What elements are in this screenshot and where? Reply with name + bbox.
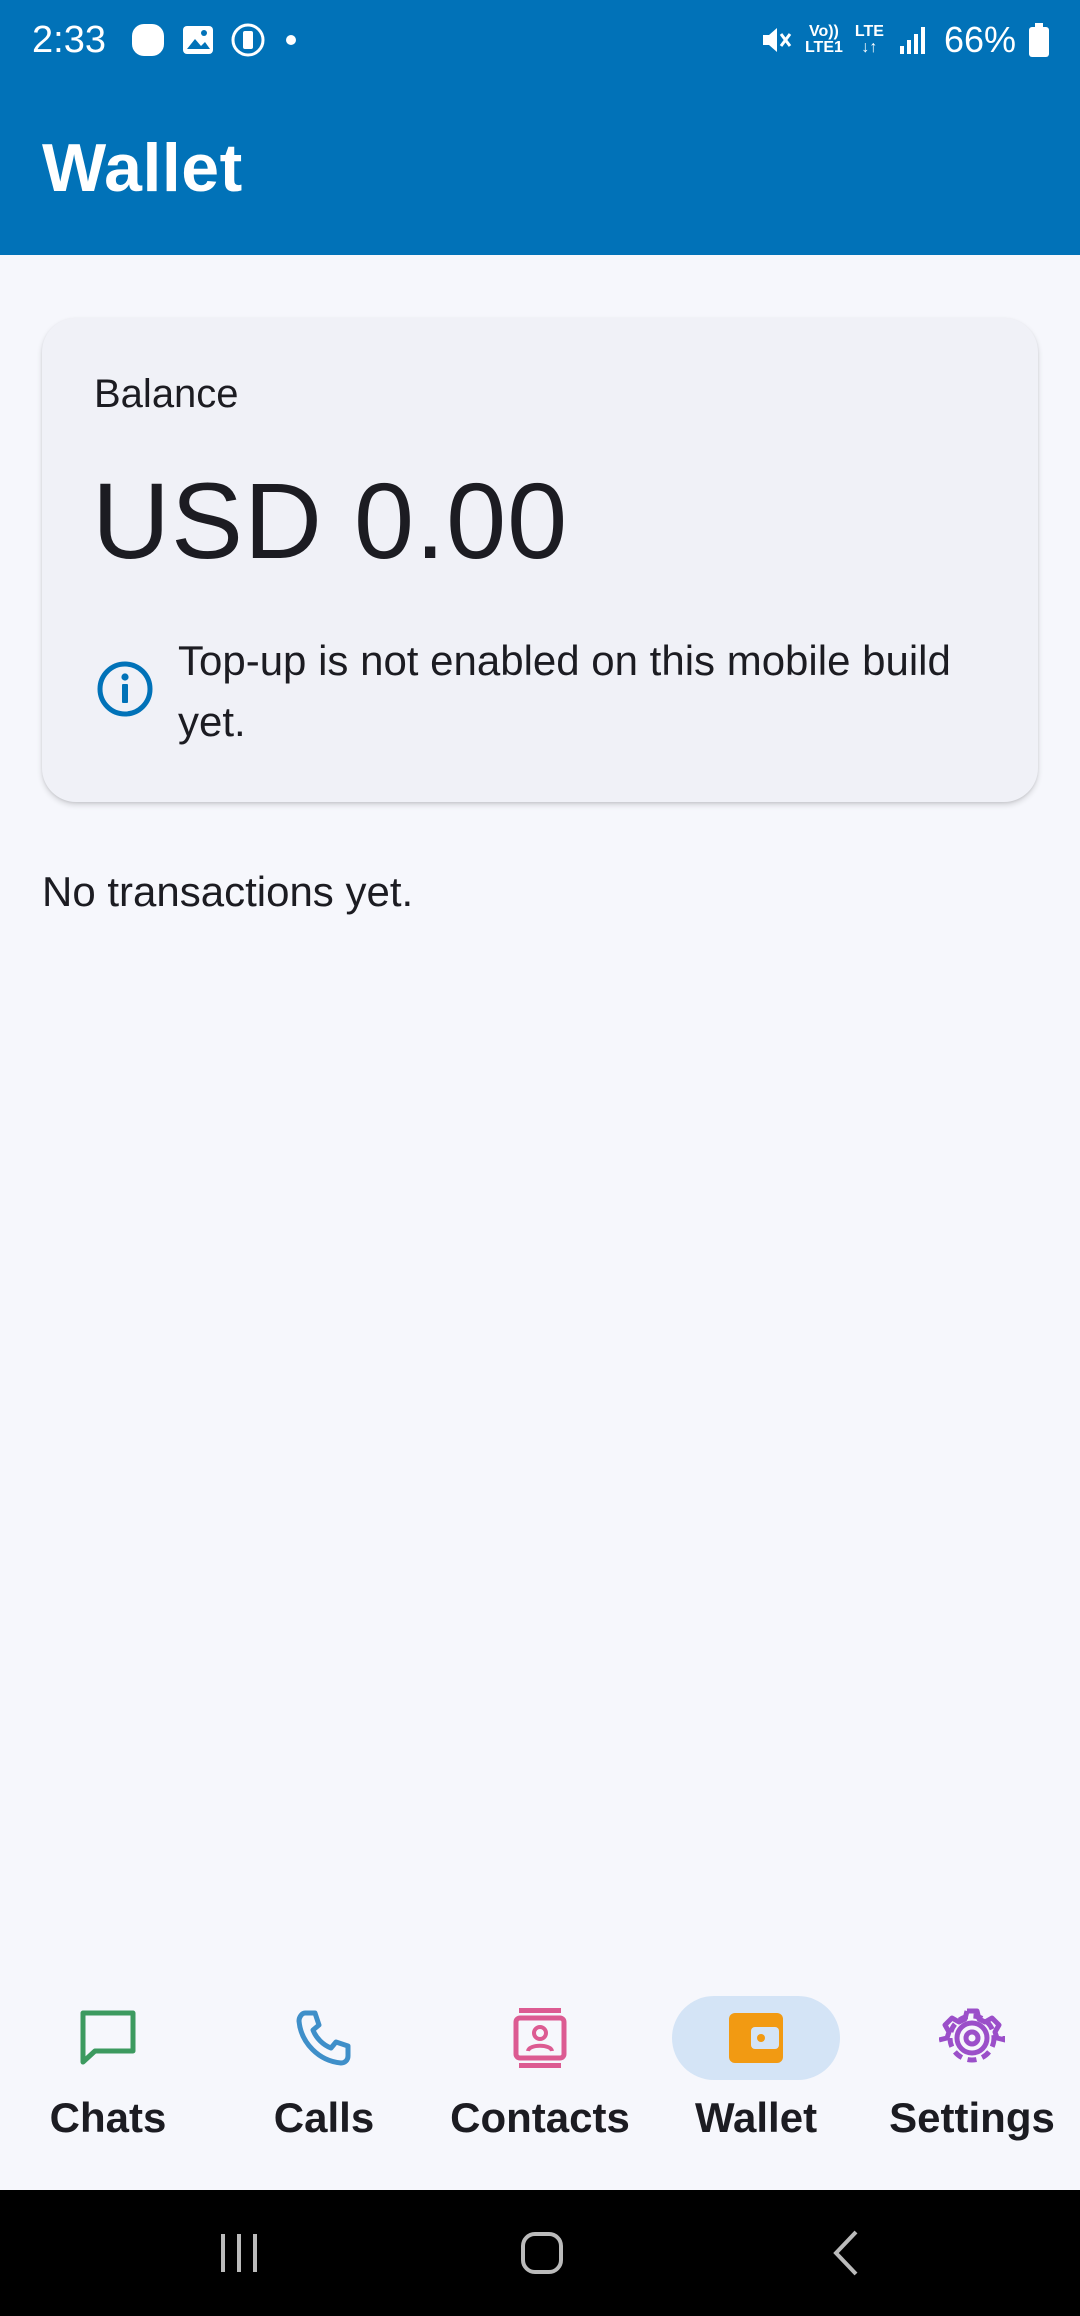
nav-label-chats: Chats (49, 2094, 167, 2141)
bottom-navigation: Chats Calls Contacts Wallet Settings (0, 1960, 1080, 2190)
contacts-icon (513, 2008, 567, 2068)
phone-icon (296, 2010, 351, 2066)
nav-label-calls: Calls (273, 2094, 375, 2141)
battery-icon (1029, 23, 1049, 57)
nav-label-settings: Settings (889, 2094, 1055, 2141)
nav-icon-container (240, 1996, 408, 2080)
page-title: Wallet (42, 129, 243, 206)
no-transactions-text: No transactions yet. (42, 868, 414, 915)
balance-card: Balance USD 0.00 Top-up is not enabled o… (42, 318, 1038, 802)
nav-icon-container (456, 1996, 624, 2080)
nav-icon-container-active (672, 1996, 840, 2080)
status-bar: 2:33 Vo)) LTE1 LTE ↓↑ 66% (0, 0, 1080, 80)
nav-icon-container (24, 1996, 192, 2080)
chat-icon (80, 2010, 136, 2065)
recent-apps-icon[interactable] (215, 2228, 265, 2278)
balance-amount: USD 0.00 (92, 460, 569, 581)
nav-item-calls[interactable]: Calls (224, 1996, 424, 2166)
status-bar-right: Vo)) LTE1 LTE ↓↑ 66% (757, 19, 1050, 61)
home-icon[interactable] (517, 2228, 567, 2278)
volte-icon: Vo)) LTE1 (804, 23, 843, 56)
back-icon[interactable] (822, 2228, 872, 2278)
nav-icon-container (888, 1996, 1056, 2080)
nav-item-chats[interactable]: Chats (8, 1996, 208, 2166)
lte-icon: LTE ↓↑ (854, 23, 884, 56)
wallet-screen: 2:33 Vo)) LTE1 LTE ↓↑ 66% Wallet Balance… (0, 0, 1080, 2316)
wallet-icon (729, 2013, 783, 2063)
info-icon (97, 661, 153, 717)
status-bar-left: 2:33 (32, 19, 296, 62)
balance-label: Balance (94, 372, 239, 416)
app-bar: Wallet (0, 80, 1080, 255)
nav-item-contacts[interactable]: Contacts (440, 1996, 640, 2166)
mute-icon (762, 28, 792, 52)
system-navigation-bar (0, 2190, 1080, 2316)
nav-item-wallet[interactable]: Wallet (656, 1996, 856, 2166)
topup-info-text: Top-up is not enabled on this mobile bui… (178, 637, 951, 745)
nav-label-contacts: Contacts (450, 2094, 630, 2141)
screenshot-icon (231, 23, 265, 57)
nav-label-wallet: Wallet (694, 2094, 818, 2141)
gear-icon (939, 2008, 1005, 2063)
notification-bubble-icon (131, 24, 164, 56)
nav-item-settings[interactable]: Settings (872, 1996, 1072, 2166)
battery-percent: 66% (943, 19, 1016, 60)
signal-icon (899, 27, 925, 54)
status-time: 2:33 (32, 18, 106, 61)
more-notifications-dot (285, 35, 296, 45)
gallery-icon (182, 26, 213, 54)
